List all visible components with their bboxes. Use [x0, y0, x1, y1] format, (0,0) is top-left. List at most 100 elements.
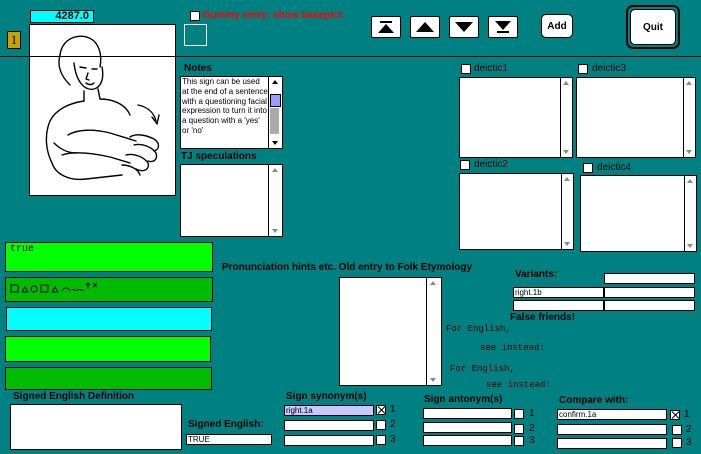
scroll-track[interactable] [270, 108, 279, 134]
scroll-up-icon[interactable] [430, 281, 436, 285]
synonym-checkbox-3[interactable] [376, 435, 386, 445]
first-record-button[interactable] [371, 16, 401, 38]
quit-button[interactable]: Quit [630, 9, 676, 45]
variant-field-2[interactable] [513, 300, 604, 311]
variant-field-2b[interactable] [604, 300, 695, 311]
signed-definition-title: Signed English Definition [13, 391, 135, 402]
record-number-field: 4287.0 [30, 10, 94, 23]
page-badge: 1 [7, 31, 21, 49]
deictic3-scrollbar[interactable] [683, 78, 695, 157]
quit-button-label: Quit [643, 21, 663, 33]
notes-scrollbar[interactable] [268, 77, 282, 148]
deictic3-label: deictic3 [592, 63, 626, 74]
antonyms-title: Sign antonym(s) [424, 394, 503, 405]
antonym-row-number-3: 3 [529, 435, 535, 446]
scroll-up-icon[interactable] [272, 168, 278, 172]
compare-field-2[interactable] [557, 424, 667, 435]
dummy-preview-box[interactable] [184, 24, 207, 46]
scroll-up-icon[interactable] [687, 179, 693, 183]
compare-field-1[interactable]: confirm.1a [557, 409, 667, 420]
variants-title: Variants: [515, 269, 558, 280]
scroll-down-icon[interactable] [272, 229, 278, 233]
last-record-button[interactable] [488, 16, 518, 38]
synonym-field-3[interactable] [284, 435, 374, 446]
variant-field-1b[interactable] [604, 287, 695, 298]
color-field-dark-green[interactable] [5, 367, 212, 390]
tj-speculations-box[interactable] [180, 164, 283, 237]
deictic4-checkbox[interactable] [583, 163, 593, 173]
scroll-down-icon[interactable] [686, 150, 692, 154]
scroll-up-icon[interactable] [272, 80, 278, 84]
deictic2-checkbox[interactable] [460, 160, 470, 170]
signed-english-field[interactable]: TRUE [186, 434, 272, 445]
synonym-row-number-1: 1 [390, 404, 396, 415]
up-arrow-icon [416, 22, 434, 32]
previous-record-button[interactable] [410, 16, 440, 38]
scroll-down-icon[interactable] [563, 150, 569, 154]
scroll-down-icon[interactable] [430, 378, 436, 382]
deictic3-box[interactable] [576, 77, 696, 158]
signed-definition-box[interactable] [10, 404, 182, 450]
false-friends-title: False friends! [510, 312, 576, 323]
next-record-button[interactable] [449, 16, 479, 38]
scroll-up-icon[interactable] [564, 177, 570, 181]
color-field-green[interactable] [5, 336, 211, 362]
compare-row-number-2: 2 [686, 424, 692, 435]
notes-box[interactable]: This sign can be used at the end of a se… [180, 76, 283, 149]
scroll-up-icon[interactable] [563, 81, 569, 85]
last-record-icon [495, 21, 511, 33]
synonyms-title: Sign synonym(s) [286, 391, 367, 402]
variant-field-1[interactable]: right.1b [513, 287, 604, 298]
color-field-cyan[interactable] [6, 307, 212, 331]
gloss-field[interactable]: true [5, 242, 213, 272]
for-english-label-1: For English, [446, 324, 511, 334]
synonym-field-1[interactable]: right.1a [284, 405, 374, 416]
synonym-row-number-2: 2 [390, 419, 396, 430]
antonym-field-1[interactable] [423, 408, 512, 419]
notation-field[interactable] [5, 277, 213, 302]
notes-text: This sign can be used at the end of a se… [182, 77, 268, 135]
variant-field-top[interactable] [604, 273, 695, 284]
scroll-up-icon[interactable] [686, 81, 692, 85]
compare-field-3[interactable] [557, 438, 667, 449]
tj-scrollbar[interactable] [268, 165, 282, 236]
antonym-row-number-1: 1 [529, 408, 535, 419]
deictic2-box[interactable] [459, 173, 574, 250]
scroll-down-icon[interactable] [272, 141, 278, 145]
deictic1-scrollbar[interactable] [560, 78, 572, 157]
deictic4-box[interactable] [580, 175, 697, 252]
deictic1-checkbox[interactable] [461, 64, 471, 74]
add-button[interactable]: Add [541, 14, 573, 38]
deictic4-label: deictic4 [597, 162, 631, 173]
pronunciation-box[interactable] [339, 277, 442, 386]
deictic4-scrollbar[interactable] [684, 176, 696, 251]
quit-button-frame: Quit [626, 5, 680, 49]
header-divider [0, 56, 701, 57]
pronunciation-title: Pronunciation hints etc. Old entry to Fo… [222, 262, 473, 273]
deictic1-label: deictic1 [474, 63, 508, 74]
deictic3-checkbox[interactable] [578, 64, 588, 74]
compare-checkbox-2[interactable] [672, 425, 682, 435]
deictic1-box[interactable] [459, 77, 573, 158]
pronunciation-scrollbar[interactable] [426, 278, 441, 385]
down-arrow-icon [455, 22, 473, 32]
scroll-thumb[interactable] [270, 94, 281, 107]
antonym-checkbox-3[interactable] [514, 436, 524, 446]
synonym-checkbox-1[interactable] [376, 405, 386, 415]
deictic2-scrollbar[interactable] [561, 174, 573, 249]
page-badge-number: 1 [10, 32, 18, 47]
compare-checkbox-1[interactable] [670, 410, 680, 420]
synonym-checkbox-2[interactable] [376, 420, 386, 430]
antonym-field-3[interactable] [423, 435, 512, 446]
antonym-row-number-2: 2 [529, 423, 535, 434]
antonym-checkbox-1[interactable] [514, 409, 524, 419]
antonym-checkbox-2[interactable] [514, 424, 524, 434]
synonym-field-2[interactable] [284, 420, 374, 431]
signed-english-label: Signed English: [188, 419, 264, 430]
compare-checkbox-3[interactable] [672, 438, 682, 448]
dummy-entry-checkbox[interactable] [190, 11, 200, 21]
synonym-row-number-3: 3 [390, 434, 396, 445]
scroll-down-icon[interactable] [687, 244, 693, 248]
antonym-field-2[interactable] [423, 422, 512, 433]
scroll-down-icon[interactable] [564, 242, 570, 246]
